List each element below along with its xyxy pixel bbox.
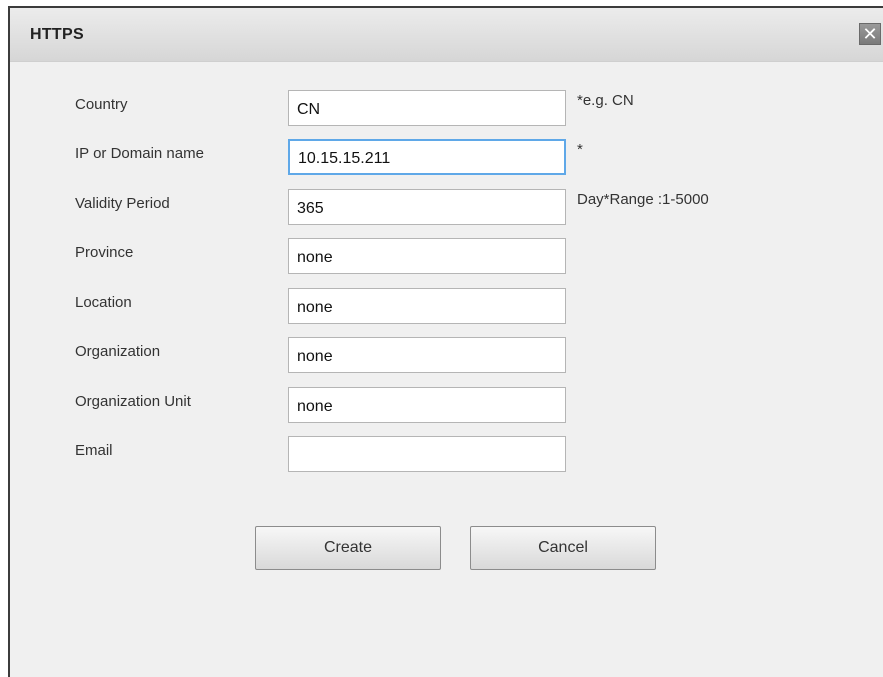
https-dialog: HTTPS ✕ Country *e.g. CN IP or Domain na… [8,6,883,677]
dialog-title: HTTPS [30,26,84,43]
organization-unit-label: Organization Unit [75,393,191,410]
location-input[interactable] [288,288,566,324]
form-row-location: Location [10,288,883,328]
form-row-country: Country *e.g. CN [10,90,883,130]
province-input[interactable] [288,238,566,274]
country-label: Country [75,96,128,113]
organization-label: Organization [75,343,161,360]
cancel-button[interactable]: Cancel [470,526,656,570]
form-row-province: Province [10,238,883,278]
email-input[interactable] [288,436,566,472]
ip-domain-hint: * [577,141,583,158]
create-button[interactable]: Create [255,526,441,570]
form-row-email: Email [10,436,883,476]
organization-input[interactable] [288,337,566,373]
close-icon[interactable]: ✕ [859,23,881,45]
dialog-titlebar[interactable]: HTTPS ✕ [10,8,883,62]
organization-unit-input[interactable] [288,387,566,423]
form-row-organization: Organization [10,337,883,377]
province-label: Province [75,244,134,261]
form-row-ip-domain: IP or Domain name * [10,139,883,179]
ip-domain-label: IP or Domain name [75,145,204,162]
validity-hint: Day*Range :1-5000 [577,191,709,208]
location-label: Location [75,294,132,311]
email-label: Email [75,442,113,459]
country-hint: *e.g. CN [577,92,634,109]
form-row-validity: Validity Period Day*Range :1-5000 [10,189,883,229]
validity-input[interactable] [288,189,566,225]
ip-domain-input[interactable] [288,139,566,175]
validity-label: Validity Period [75,195,170,212]
form-row-organization-unit: Organization Unit [10,387,883,427]
country-input[interactable] [288,90,566,126]
